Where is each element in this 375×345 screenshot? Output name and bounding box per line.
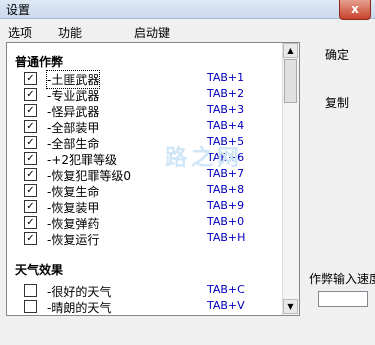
watermark: 路之网 bbox=[165, 146, 244, 171]
checkbox-checked[interactable]: ✓ bbox=[24, 152, 37, 165]
checkmark-icon: ✓ bbox=[26, 121, 35, 132]
item-hotkey: TAB+3 bbox=[207, 103, 245, 116]
list-item[interactable]: ✓ -恢复生命 TAB+8 bbox=[7, 183, 287, 199]
checkmark-icon: ✓ bbox=[26, 217, 35, 228]
input-speed-label: 作弊输入速度 bbox=[309, 272, 375, 286]
item-label: -全部装甲 bbox=[47, 121, 100, 135]
scroll-down-button[interactable]: ▼ bbox=[283, 299, 298, 314]
checkbox-checked[interactable]: ✓ bbox=[24, 184, 37, 197]
list-item[interactable]: ✓ -恢复装甲 TAB+9 bbox=[7, 199, 287, 215]
item-label: -全部生命 bbox=[47, 137, 100, 151]
list-item[interactable]: ✓ -全部装甲 TAB+4 bbox=[7, 119, 287, 135]
list-item[interactable]: ✓ -+2犯罪等级 TAB+6 bbox=[7, 151, 287, 167]
list-item[interactable]: ✓ -专业武器 TAB+2 bbox=[7, 87, 287, 103]
checkmark-icon: ✓ bbox=[26, 201, 35, 212]
menu-functions[interactable]: 功能 bbox=[58, 24, 82, 41]
list-item[interactable]: ✓ -恢复弹药 TAB+0 bbox=[7, 215, 287, 231]
checkmark-icon: ✓ bbox=[26, 169, 35, 180]
list-item[interactable]: -晴朗的天气 TAB+V bbox=[7, 299, 287, 315]
scroll-up-button[interactable]: ▲ bbox=[283, 43, 298, 58]
item-hotkey: TAB+2 bbox=[207, 87, 245, 100]
item-label: -恢复运行 bbox=[47, 233, 100, 247]
checkbox-unchecked[interactable] bbox=[24, 284, 37, 297]
checkmark-icon: ✓ bbox=[26, 153, 35, 164]
item-label: -恢复生命 bbox=[47, 185, 100, 199]
section-header-normal: 普通作弊 bbox=[15, 55, 64, 69]
item-label: -恢复装甲 bbox=[47, 201, 100, 215]
item-label: -专业武器 bbox=[47, 89, 100, 103]
item-hotkey: TAB+4 bbox=[207, 119, 245, 132]
item-label: -怪异武器 bbox=[47, 105, 100, 119]
checkbox-checked[interactable]: ✓ bbox=[24, 72, 37, 85]
checkmark-icon: ✓ bbox=[26, 137, 35, 148]
item-hotkey: TAB+V bbox=[207, 299, 245, 312]
checkbox-checked[interactable]: ✓ bbox=[24, 136, 37, 149]
checkmark-icon: ✓ bbox=[26, 89, 35, 100]
window-title: 设置 bbox=[6, 3, 31, 17]
item-label: -恢复犯罪等级0 bbox=[47, 169, 131, 183]
item-label: -晴朗的天气 bbox=[47, 301, 112, 315]
cheat-list[interactable]: 普通作弊 ✓ -土匪武器 TAB+1 ✓ -专业武器 TAB+2 ✓ -怪异武器 TAB+3 ✓ -… bbox=[6, 42, 300, 316]
item-label: -很好的天气 bbox=[47, 285, 112, 299]
input-speed-slider[interactable] bbox=[318, 291, 368, 307]
checkbox-unchecked[interactable] bbox=[24, 300, 37, 313]
menu-hotkey[interactable]: 启动键 bbox=[134, 24, 170, 41]
list-item[interactable]: ✓ -恢复运行 TAB+H bbox=[7, 231, 287, 247]
scroll-thumb[interactable] bbox=[284, 59, 297, 103]
list-item[interactable]: ✓ -怪异武器 TAB+3 bbox=[7, 103, 287, 119]
item-hotkey: TAB+C bbox=[207, 283, 245, 296]
menu-options[interactable]: 选项 bbox=[8, 24, 32, 41]
list-item[interactable]: ✓ -土匪武器 TAB+1 bbox=[7, 70, 287, 89]
checkmark-icon: ✓ bbox=[26, 73, 35, 84]
arrow-down-icon: ▼ bbox=[287, 302, 294, 311]
item-hotkey: TAB+9 bbox=[207, 199, 245, 212]
checkbox-checked[interactable]: ✓ bbox=[24, 216, 37, 229]
checkbox-checked[interactable]: ✓ bbox=[24, 120, 37, 133]
checkbox-checked[interactable]: ✓ bbox=[24, 104, 37, 117]
checkmark-icon: ✓ bbox=[26, 105, 35, 116]
close-icon: x bbox=[351, 2, 359, 16]
item-hotkey: TAB+0 bbox=[207, 215, 245, 228]
checkbox-checked[interactable]: ✓ bbox=[24, 200, 37, 213]
title-bar: 设置 x bbox=[0, 0, 375, 20]
section-header-weather: 天气效果 bbox=[15, 263, 64, 277]
checkmark-icon: ✓ bbox=[26, 233, 35, 244]
checkbox-checked[interactable]: ✓ bbox=[24, 232, 37, 245]
checkbox-checked[interactable]: ✓ bbox=[24, 88, 37, 101]
item-label: -土匪武器 bbox=[45, 70, 101, 89]
arrow-up-icon: ▲ bbox=[287, 46, 294, 55]
checkmark-icon: ✓ bbox=[26, 185, 35, 196]
vertical-scrollbar[interactable]: ▲ ▼ bbox=[282, 43, 299, 315]
item-hotkey: TAB+1 bbox=[207, 71, 245, 84]
close-button[interactable]: x bbox=[339, 0, 371, 20]
item-label: -恢复弹药 bbox=[47, 217, 100, 231]
item-hotkey: TAB+H bbox=[207, 231, 246, 244]
item-label: -+2犯罪等级 bbox=[47, 153, 118, 167]
list-item[interactable]: -很好的天气 TAB+C bbox=[7, 283, 287, 299]
list-item[interactable]: ✓ -全部生命 TAB+5 bbox=[7, 135, 287, 151]
list-item[interactable]: ✓ -恢复犯罪等级0 TAB+7 bbox=[7, 167, 287, 183]
item-hotkey: TAB+8 bbox=[207, 183, 245, 196]
confirm-button[interactable]: 确定 bbox=[325, 46, 349, 63]
checkbox-checked[interactable]: ✓ bbox=[24, 168, 37, 181]
copy-button[interactable]: 复制 bbox=[325, 94, 349, 111]
menu-bar: 选项 功能 启动键 bbox=[0, 22, 375, 40]
